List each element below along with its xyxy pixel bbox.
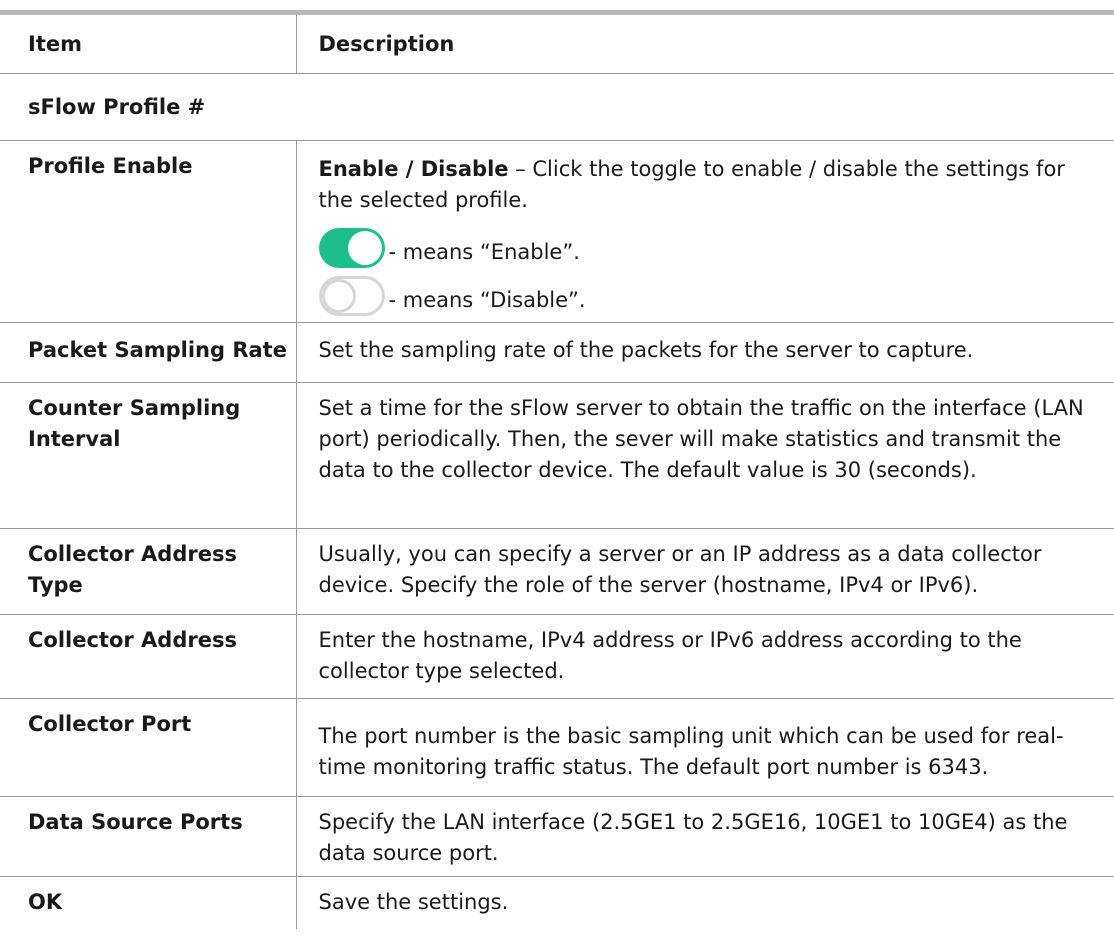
header-item: Item	[0, 10, 297, 74]
table-row: Collector Address Enter the hostname, IP…	[0, 614, 1114, 699]
table-row: Collector Address Type Usually, you can …	[0, 528, 1114, 615]
table-row: OK Save the settings.	[0, 876, 1114, 929]
item-cell: Profile Enable	[0, 140, 297, 323]
profile-enable-description: Enable / Disable – Click the toggle to e…	[319, 151, 1097, 216]
item-cell: OK	[0, 876, 297, 929]
enable-disable-label: Enable / Disable	[318, 157, 509, 181]
section-title: sFlow Profile #	[0, 73, 1114, 141]
table-row: Packet Sampling Rate Set the sampling ra…	[0, 322, 1114, 383]
description-cell: Usually, you can specify a server or an …	[296, 528, 1114, 615]
description-cell: Set the sampling rate of the packets for…	[296, 322, 1114, 383]
toggle-off-example: - means “Disable”.	[318, 268, 1097, 316]
item-cell: Data Source Ports	[0, 796, 297, 877]
table-row: Collector Port The port number is the ba…	[0, 698, 1114, 797]
description-cell: Enable / Disable – Click the toggle to e…	[296, 140, 1114, 323]
table-row-profile-enable: Profile Enable Enable / Disable – Click …	[0, 140, 1114, 323]
item-cell: Collector Port	[0, 698, 297, 797]
description-cell: The port number is the basic sampling un…	[296, 698, 1114, 797]
description-cell: Save the settings.	[318, 890, 509, 914]
description-cell: Specify the LAN interface (2.5GE1 to 2.5…	[296, 796, 1114, 877]
toggle-off-text: - means “Disable”.	[388, 288, 586, 312]
description-cell: Set a time for the sFlow server to obtai…	[296, 382, 1114, 529]
table-header-row: Item Description	[0, 10, 1114, 74]
item-cell: Collector Address	[0, 614, 297, 699]
item-description-table: Item Description sFlow Profile # Profile…	[0, 10, 1114, 929]
toggle-on-example: - means “Enable”.	[318, 216, 1097, 268]
table-row: Data Source Ports Specify the LAN interf…	[0, 796, 1114, 877]
toggle-off-icon	[318, 276, 385, 316]
table-row: Counter Sampling Interval Set a time for…	[0, 382, 1114, 529]
item-cell: Collector Address Type	[0, 528, 297, 615]
toggle-on-icon	[318, 228, 385, 268]
item-cell: Counter Sampling Interval	[0, 382, 297, 529]
description-cell: Enter the hostname, IPv4 address or IPv6…	[296, 614, 1114, 699]
document-page: Item Description sFlow Profile # Profile…	[0, 0, 1114, 936]
item-cell: Packet Sampling Rate	[0, 322, 297, 383]
toggle-on-text: - means “Enable”.	[388, 240, 580, 264]
header-description: Description	[296, 10, 1114, 74]
section-row: sFlow Profile #	[0, 73, 1114, 141]
